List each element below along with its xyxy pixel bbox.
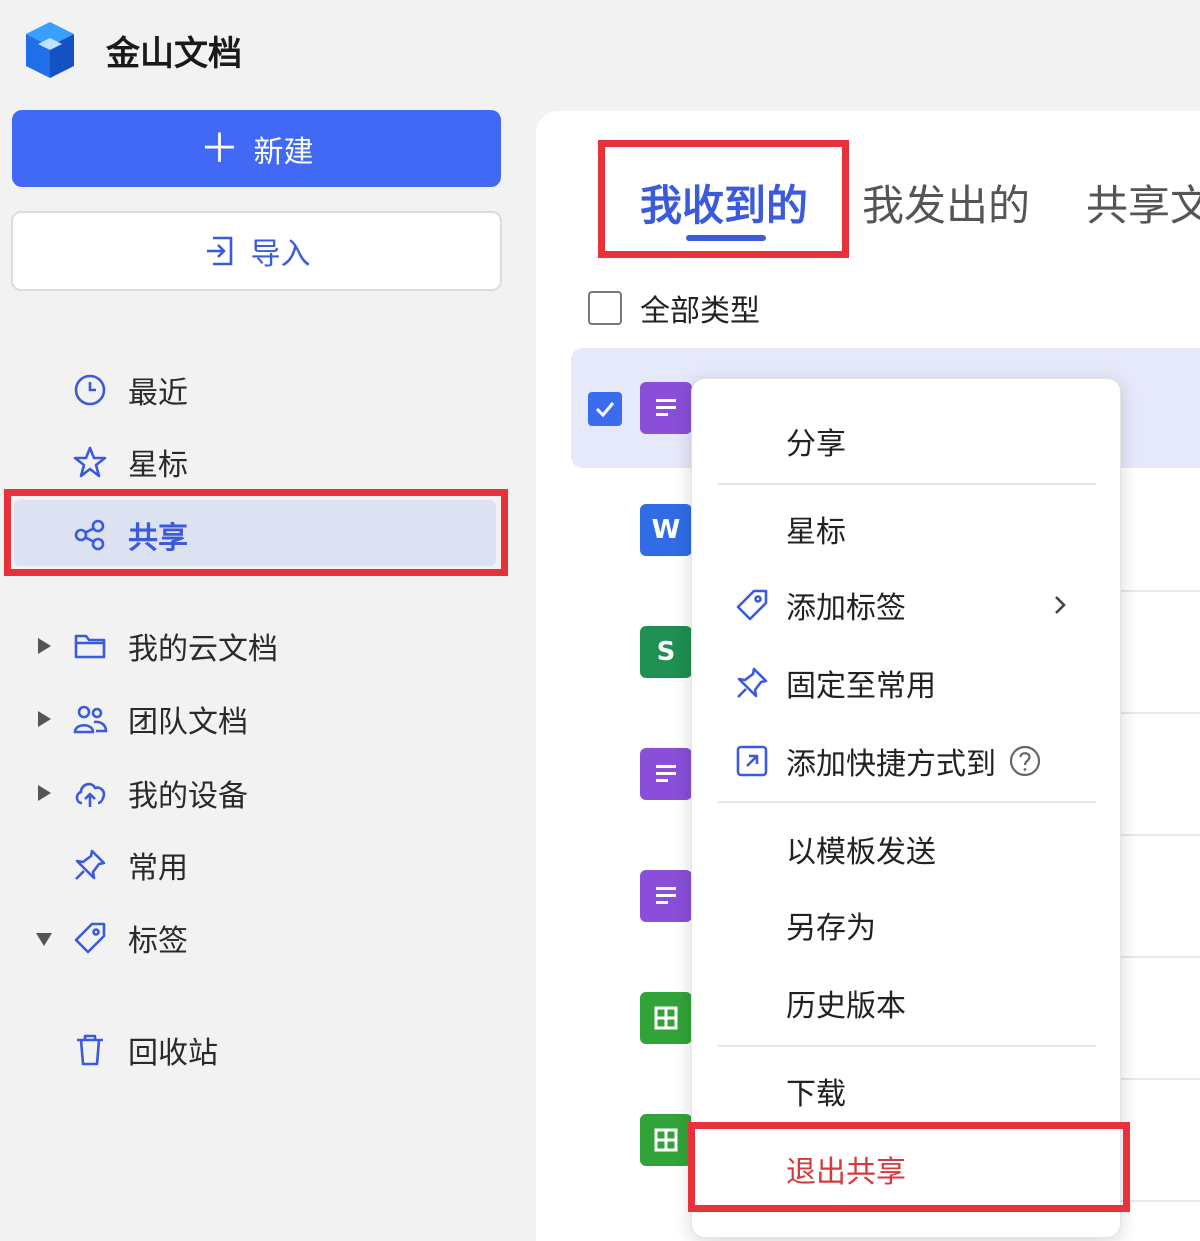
sidebar-item-label: 最近 [128, 376, 188, 411]
select-all-checkbox[interactable] [588, 291, 622, 325]
sidebar-item-tags[interactable]: 标签 [72, 914, 188, 962]
context-menu: 分享 星标 添加标签 固定至常用 添加快捷方式到 以模板发送 另存为 历史版本 … [691, 378, 1121, 1238]
sidebar-item-my-devices[interactable]: 我的设备 [72, 769, 248, 817]
sheet-file-icon: S [640, 626, 692, 678]
grid-icon [654, 1006, 678, 1030]
highlight-box-exit-share [688, 1122, 1130, 1212]
doc-file-icon [640, 382, 692, 434]
menu-item-save-as[interactable]: 另存为 [786, 903, 876, 947]
star-icon [73, 446, 107, 478]
row-divider [1118, 590, 1200, 592]
expand-caret-my-devices[interactable] [38, 785, 51, 801]
menu-item-add-shortcut[interactable]: 添加快捷方式到 [786, 739, 1042, 783]
tag-icon [736, 589, 768, 621]
sidebar-item-label: 我的云文档 [128, 632, 278, 667]
sidebar-item-label: 常用 [128, 851, 188, 886]
doc-lines-icon [656, 765, 676, 782]
highlight-box-received-tab [598, 140, 849, 258]
pin-icon [737, 667, 768, 698]
pin-icon [75, 849, 106, 880]
team-icon [73, 705, 108, 734]
new-button-label: 新建 [253, 134, 314, 170]
menu-item-share[interactable]: 分享 [786, 419, 846, 463]
word-file-icon: W [640, 504, 692, 556]
menu-item-send-as-template[interactable]: 以模板发送 [786, 827, 936, 871]
doc-file-icon [640, 748, 692, 800]
menu-item-pin-to-frequent[interactable]: 固定至常用 [786, 661, 936, 705]
menu-divider [718, 1045, 1096, 1047]
plus-icon: ＋ [199, 125, 240, 172]
grid-icon [654, 1128, 678, 1152]
file-type-letter: W [651, 515, 681, 545]
row-checkbox-checked[interactable] [588, 392, 622, 426]
file-type-letter: S [656, 637, 676, 667]
highlight-box-share [4, 489, 508, 576]
expand-caret-cloud-docs[interactable] [38, 638, 51, 654]
menu-item-history[interactable]: 历史版本 [786, 981, 906, 1025]
cube-logo-icon [26, 22, 74, 78]
doc-lines-icon [656, 399, 676, 416]
expand-caret-team-docs[interactable] [38, 711, 51, 727]
row-divider [1118, 1078, 1200, 1080]
menu-divider [718, 483, 1096, 485]
menu-item-add-tag[interactable]: 添加标签 [786, 583, 906, 627]
sidebar-item-label: 星标 [128, 448, 188, 483]
row-divider [1118, 834, 1200, 836]
import-button-label: 导入 [250, 237, 311, 272]
clock-icon [74, 374, 106, 406]
check-icon [595, 402, 615, 418]
sidebar-item-starred[interactable]: 星标 [72, 438, 188, 486]
help-circle-icon[interactable] [1008, 744, 1042, 778]
cloud-upload-icon [75, 782, 106, 807]
new-button[interactable]: ＋ 新建 [12, 110, 501, 187]
sidebar-item-team-docs[interactable]: 团队文档 [72, 695, 248, 743]
row-divider [1118, 712, 1200, 714]
menu-item-star[interactable]: 星标 [786, 507, 846, 551]
table-file-icon [640, 992, 692, 1044]
sidebar-item-my-cloud-docs[interactable]: 我的云文档 [72, 622, 278, 670]
chevron-right-icon [1055, 596, 1066, 614]
row-divider [1118, 956, 1200, 958]
table-file-icon [640, 1114, 692, 1166]
tab-sent[interactable]: 我发出的 [862, 172, 1030, 233]
doc-file-icon [640, 870, 692, 922]
filter-all-types-label: 全部类型 [640, 294, 760, 329]
sidebar-item-label: 团队文档 [128, 705, 248, 740]
shortcut-icon [736, 745, 768, 777]
sidebar-item-label: 标签 [128, 924, 188, 959]
sidebar-item-label: 回收站 [128, 1036, 218, 1071]
menu-item-add-shortcut-label: 添加快捷方式到 [786, 747, 996, 782]
sidebar-item-trash[interactable]: 回收站 [72, 1026, 218, 1074]
trash-icon [77, 1034, 103, 1066]
import-button[interactable]: 导入 [11, 211, 502, 291]
tag-icon [74, 922, 106, 954]
menu-item-download[interactable]: 下载 [786, 1069, 846, 1113]
tab-shared-files[interactable]: 共享文 [1086, 172, 1200, 233]
import-icon [206, 236, 232, 266]
menu-divider [718, 801, 1096, 803]
row-divider [1118, 1200, 1200, 1202]
sidebar-item-frequent[interactable]: 常用 [72, 841, 188, 889]
filter-all-types[interactable]: 全部类型 [588, 288, 760, 329]
sidebar-item-label: 我的设备 [128, 779, 248, 814]
sidebar-item-recent[interactable]: 最近 [72, 366, 188, 414]
folder-icon [74, 634, 106, 659]
app-logo[interactable]: 金山文档 [20, 18, 242, 82]
collapse-caret-tags[interactable] [36, 933, 52, 946]
doc-lines-icon [656, 887, 676, 904]
app-title: 金山文档 [106, 33, 242, 74]
